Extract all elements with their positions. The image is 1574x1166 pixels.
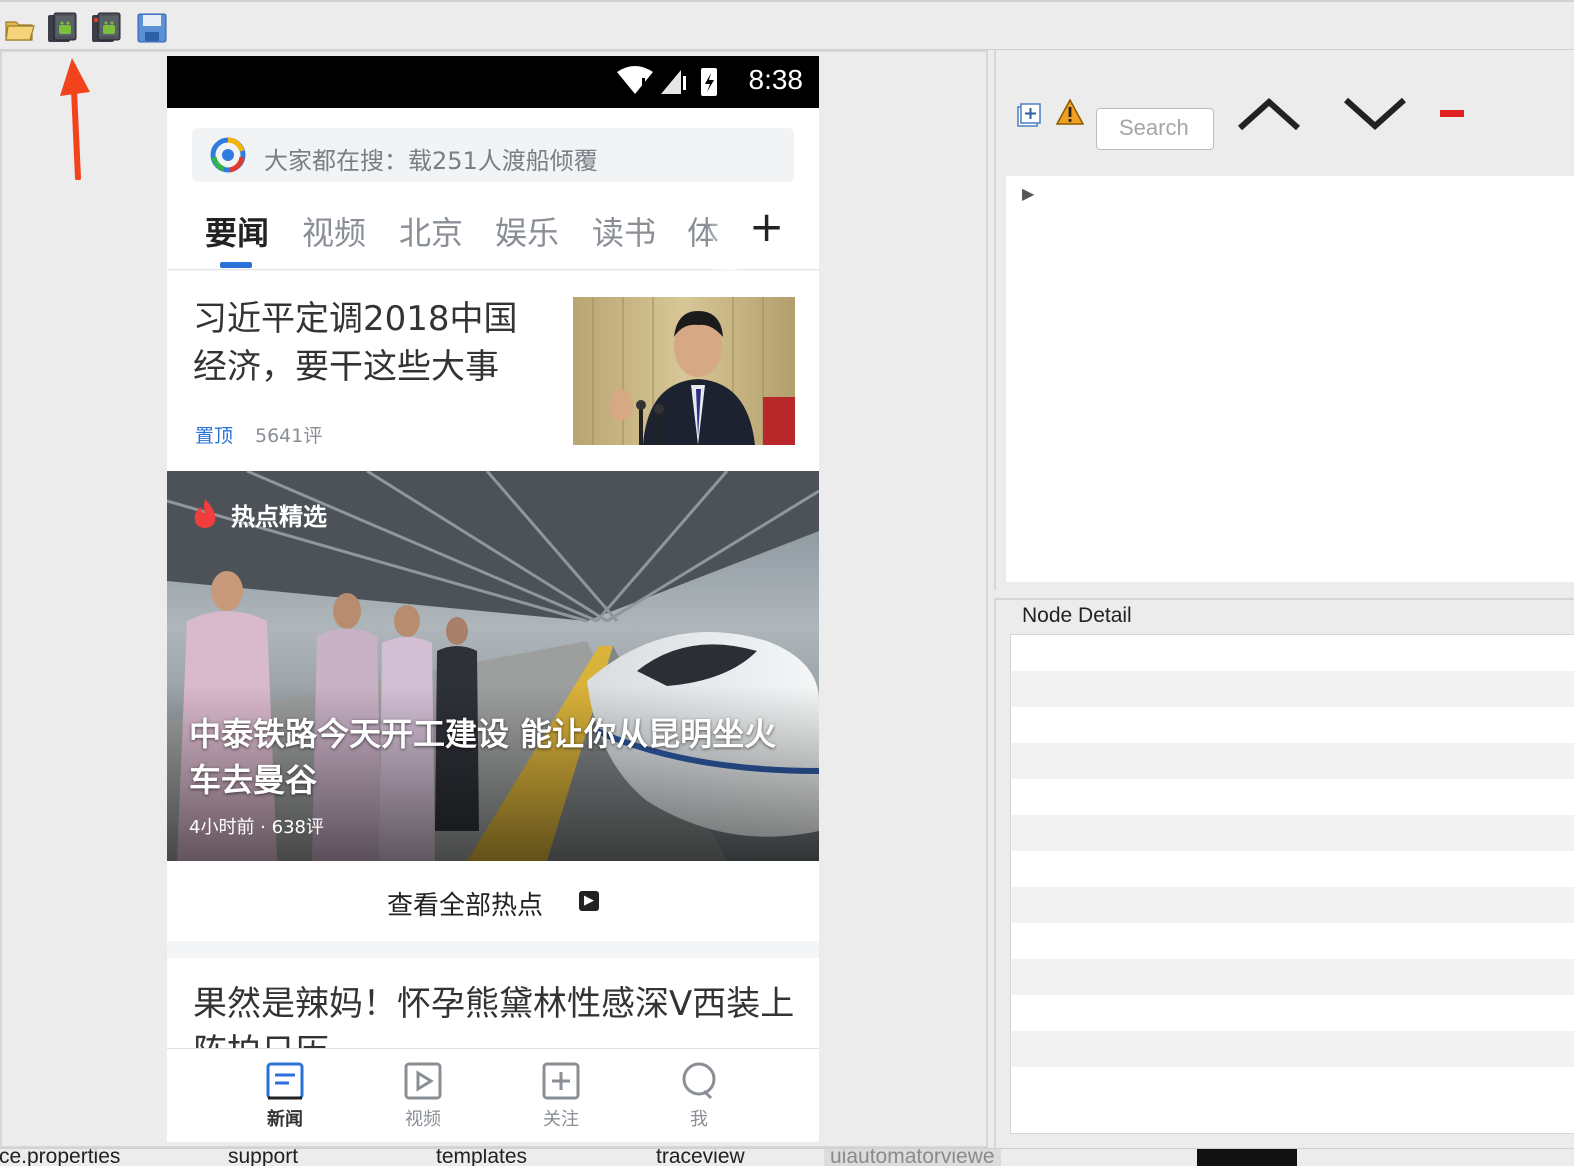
hot-picks-card[interactable]: 热点精选 中泰铁路今天开工建设 能让你从昆明坐火 车去曼谷 4小时前 · 638…	[167, 471, 819, 861]
table-row[interactable]	[1011, 707, 1574, 743]
news-search-bar[interactable]: 大家都在搜：载251人渡船倾覆	[192, 128, 794, 182]
news-title: 习近平定调2018中国经济，要干这些大事	[193, 299, 518, 387]
expand-all-icon[interactable]	[1016, 102, 1042, 128]
device-screenshot-compressed-icon[interactable]	[90, 12, 122, 44]
nav-me[interactable]: 我	[669, 1061, 729, 1141]
table-row[interactable]	[1011, 1031, 1574, 1067]
status-icons	[617, 66, 717, 96]
save-icon[interactable]	[136, 12, 168, 44]
tab-traceview[interactable]: traceview	[656, 1149, 745, 1166]
follow-icon	[542, 1062, 580, 1100]
dark-tab	[1197, 1149, 1297, 1166]
main-toolbar	[0, 0, 1574, 50]
view-all-hot-button[interactable]: 查看全部热点 ▶	[167, 861, 819, 941]
profile-icon	[682, 1062, 716, 1100]
red-arrow-annotation	[60, 58, 90, 180]
bottom-navigation: 新闻 视频 关注 我	[167, 1048, 819, 1142]
hot-picks-label: 热点精选	[231, 503, 327, 531]
tab-entertainment[interactable]: 娱乐	[495, 208, 559, 254]
table-row[interactable]	[1011, 815, 1574, 851]
table-row[interactable]	[1011, 1067, 1574, 1103]
active-tab-indicator	[220, 262, 252, 268]
table-row[interactable]	[1011, 887, 1574, 923]
table-row[interactable]	[1011, 923, 1574, 959]
status-time: 8:38	[748, 64, 804, 95]
tencent-news-logo-icon	[210, 137, 246, 173]
table-row[interactable]	[1011, 635, 1574, 671]
table-row[interactable]	[1011, 959, 1574, 995]
nav-news[interactable]: 新闻	[255, 1061, 315, 1141]
tab-uiautomatorviewer[interactable]: uiautomatorviewe	[824, 1149, 1001, 1166]
arrow-right-icon: ▶	[579, 891, 599, 911]
hot-picks-meta: 4小时前 · 638评	[189, 817, 324, 838]
table-row[interactable]	[1011, 779, 1574, 815]
nav-video[interactable]: 视频	[393, 1061, 453, 1141]
tab-beijing[interactable]: 北京	[399, 208, 463, 254]
warning-icon[interactable]	[1056, 98, 1084, 126]
app-header: 大家都在搜：载251人渡船倾覆 要闻 视频 北京 娱乐 读书 体 +	[167, 108, 819, 270]
table-row[interactable]	[1011, 671, 1574, 707]
hot-picks-title: 中泰铁路今天开工建设 能让你从昆明坐火 车去曼谷	[189, 711, 819, 803]
tab-fade	[707, 200, 737, 270]
view-all-label: 查看全部热点	[387, 891, 544, 921]
nav-follow[interactable]: 关注	[531, 1061, 591, 1141]
table-row[interactable]	[1011, 995, 1574, 1031]
tab-support[interactable]: support	[228, 1149, 298, 1166]
tab-reading[interactable]: 读书	[592, 208, 656, 254]
video-icon	[404, 1062, 442, 1100]
tab-video[interactable]: 视频	[302, 208, 366, 254]
flame-icon	[194, 499, 216, 528]
comment-count: 5641评	[255, 425, 323, 447]
device-screenshot[interactable]: 8:38 大家都在搜：载251人渡船倾覆 要闻 视频 北京 娱乐 读书 体 + …	[167, 56, 819, 1142]
status-bar: 8:38	[167, 56, 819, 108]
nav-label: 我	[690, 1109, 708, 1130]
node-detail-title: Node Detail	[1022, 604, 1132, 627]
pinned-badge: 置顶	[195, 425, 234, 447]
news-icon	[266, 1062, 304, 1100]
node-detail-table[interactable]	[1010, 634, 1574, 1134]
news-item[interactable]: 习近平定调2018中国经济，要干这些大事 置顶 5641评	[167, 271, 819, 471]
tab-templates[interactable]: templates	[436, 1149, 527, 1166]
open-folder-icon[interactable]	[4, 12, 36, 44]
table-row[interactable]	[1011, 851, 1574, 887]
news-thumbnail	[573, 297, 795, 445]
hierarchy-search-input[interactable]: Search	[1096, 108, 1214, 150]
hot-title-line-2: 车去曼谷	[189, 761, 318, 799]
tree-expand-arrow-icon[interactable]: ▶	[1022, 184, 1034, 203]
tab-yaowen[interactable]: 要闻	[205, 208, 269, 254]
bottom-file-tabs: rce.properties support templates tracevi…	[0, 1148, 1574, 1166]
nav-label: 关注	[543, 1109, 579, 1130]
search-hint: 大家都在搜：载251人渡船倾覆	[264, 147, 598, 175]
add-channel-icon[interactable]: +	[749, 202, 784, 251]
device-screenshot-icon[interactable]	[46, 12, 78, 44]
next-match-icon[interactable]	[1342, 96, 1408, 132]
news-item[interactable]: 果然是辣妈！怀孕熊黛林性感深V西装上阵拍日历	[167, 958, 819, 1058]
tab-source-properties[interactable]: rce.properties	[0, 1149, 120, 1166]
hierarchy-tree[interactable]: ▶	[1006, 176, 1574, 582]
node-detail-pane: Node Detail	[994, 598, 1574, 1148]
table-row[interactable]	[1011, 743, 1574, 779]
hot-title-line-1: 中泰铁路今天开工建设 能让你从昆明坐火	[189, 715, 777, 753]
clear-search-icon[interactable]	[1438, 108, 1466, 120]
hierarchy-pane: Search ▶	[994, 50, 1574, 590]
nav-label: 视频	[405, 1109, 441, 1130]
news-title: 果然是辣妈！怀孕熊黛林性感深V西装上阵拍日历	[193, 984, 795, 1058]
nav-label: 新闻	[267, 1109, 303, 1130]
channel-tabs: 要闻 视频 北京 娱乐 读书 体 +	[167, 200, 819, 270]
previous-match-icon[interactable]	[1236, 96, 1302, 132]
